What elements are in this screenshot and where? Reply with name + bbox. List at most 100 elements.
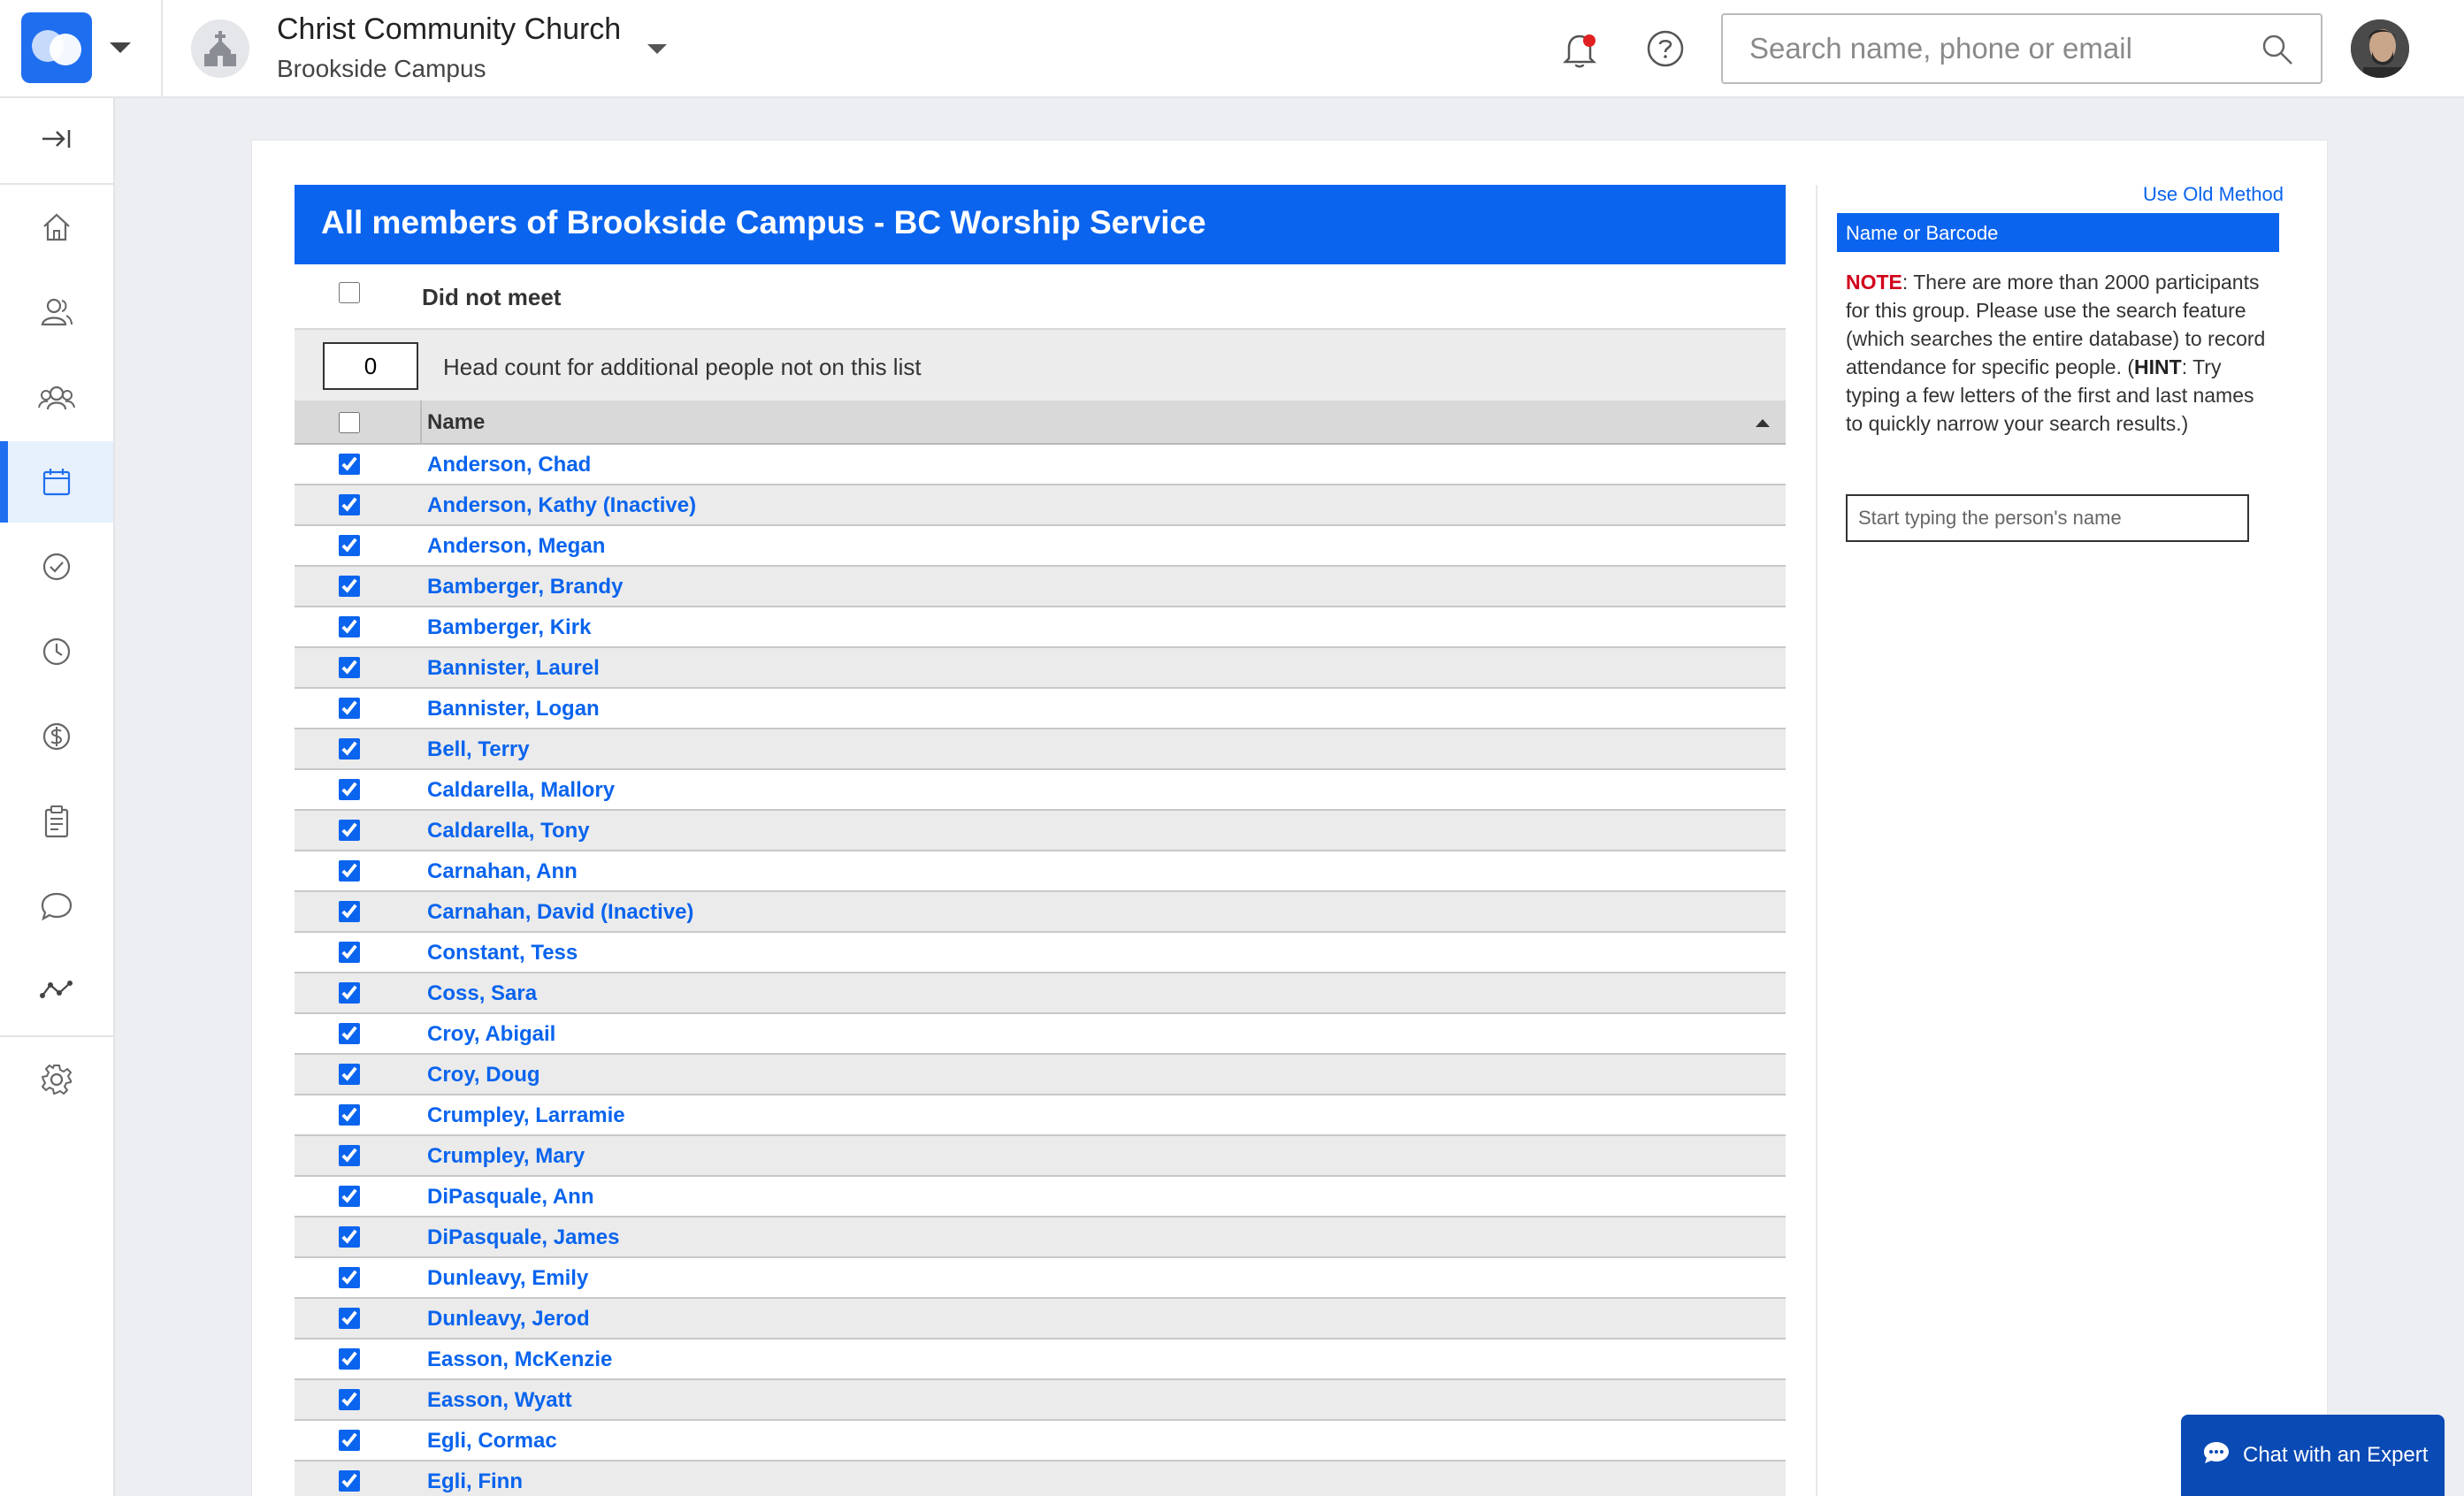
sidebar: [0, 98, 115, 1496]
member-checkbox[interactable]: [339, 738, 360, 759]
table-row: Coss, Sara: [295, 973, 1786, 1014]
member-name-link[interactable]: Anderson, Megan: [427, 534, 605, 559]
member-name-link[interactable]: DiPasquale, James: [427, 1225, 619, 1250]
table-row: Dunleavy, Emily: [295, 1258, 1786, 1299]
member-name-link[interactable]: Croy, Abigail: [427, 1022, 555, 1047]
member-checkbox[interactable]: [339, 576, 360, 597]
sort-ascending-icon[interactable]: [1756, 419, 1770, 427]
table-row: Anderson, Megan: [295, 526, 1786, 567]
campus-name[interactable]: Brookside Campus: [277, 55, 486, 83]
member-checkbox[interactable]: [339, 820, 360, 841]
member-checkbox[interactable]: [339, 616, 360, 637]
member-name-link[interactable]: Carnahan, Ann: [427, 859, 578, 884]
church-switcher-caret-icon[interactable]: [647, 44, 667, 54]
member-checkbox[interactable]: [339, 698, 360, 719]
member-checkbox[interactable]: [339, 1389, 360, 1410]
select-all-checkbox[interactable]: [339, 412, 360, 433]
user-avatar[interactable]: [2351, 19, 2409, 78]
member-name-link[interactable]: Bannister, Laurel: [427, 656, 600, 681]
member-checkbox[interactable]: [339, 1145, 360, 1166]
member-checkbox[interactable]: [339, 657, 360, 678]
member-name-link[interactable]: Carnahan, David (Inactive): [427, 900, 693, 925]
search-icon[interactable]: [2261, 33, 2294, 71]
member-name-link[interactable]: Dunleavy, Emily: [427, 1266, 588, 1291]
table-row: Crumpley, Larramie: [295, 1095, 1786, 1136]
use-old-method-link[interactable]: Use Old Method: [2143, 183, 2284, 206]
chat-icon[interactable]: [0, 866, 113, 947]
groups-icon[interactable]: [0, 356, 113, 438]
member-name-link[interactable]: Bell, Terry: [427, 737, 530, 762]
member-name-link[interactable]: DiPasquale, Ann: [427, 1185, 593, 1210]
app-logo[interactable]: [21, 12, 92, 83]
member-checkbox[interactable]: [339, 535, 360, 556]
check-circle-icon[interactable]: [0, 526, 113, 607]
member-checkbox[interactable]: [339, 454, 360, 475]
member-checkbox[interactable]: [339, 1104, 360, 1126]
chat-with-expert-button[interactable]: Chat with an Expert: [2181, 1415, 2445, 1496]
table-row: Bannister, Laurel: [295, 648, 1786, 689]
member-name-link[interactable]: Crumpley, Mary: [427, 1144, 585, 1169]
member-name-link[interactable]: Crumpley, Larramie: [427, 1103, 625, 1128]
member-checkbox[interactable]: [339, 982, 360, 1004]
help-icon[interactable]: [1645, 28, 1686, 73]
member-checkbox[interactable]: [339, 1186, 360, 1207]
member-name-link[interactable]: Bamberger, Brandy: [427, 575, 623, 599]
member-checkbox[interactable]: [339, 942, 360, 963]
clock-icon[interactable]: [0, 611, 113, 692]
notification-bell-icon[interactable]: [1558, 28, 1601, 75]
people-icon[interactable]: [0, 271, 113, 353]
member-name-link[interactable]: Egli, Finn: [427, 1469, 523, 1494]
member-name-link[interactable]: Anderson, Chad: [427, 453, 591, 477]
dollar-icon[interactable]: [0, 696, 113, 777]
member-checkbox[interactable]: [339, 860, 360, 882]
member-name-link[interactable]: Anderson, Kathy (Inactive): [427, 493, 696, 518]
member-name-link[interactable]: Bamberger, Kirk: [427, 615, 591, 640]
member-name-link[interactable]: Easson, McKenzie: [427, 1347, 612, 1372]
member-name-link[interactable]: Constant, Tess: [427, 941, 578, 966]
member-name-link[interactable]: Caldarella, Tony: [427, 819, 590, 843]
member-name-link[interactable]: Dunleavy, Jerod: [427, 1307, 590, 1332]
member-checkbox[interactable]: [339, 1226, 360, 1248]
table-row: Egli, Finn: [295, 1462, 1786, 1496]
name-column-header[interactable]: Name: [427, 410, 485, 435]
top-bar: Christ Community Church Brookside Campus: [0, 0, 2464, 98]
global-search-input[interactable]: [1749, 29, 2245, 68]
did-not-meet-checkbox[interactable]: [339, 282, 360, 303]
member-name-link[interactable]: Bannister, Logan: [427, 697, 600, 721]
church-name[interactable]: Christ Community Church: [277, 12, 621, 47]
table-row: Croy, Abigail: [295, 1014, 1786, 1055]
app-switcher-caret-icon[interactable]: [110, 42, 131, 53]
table-row: Crumpley, Mary: [295, 1136, 1786, 1177]
table-row: Easson, McKenzie: [295, 1340, 1786, 1380]
collapse-sidebar-icon[interactable]: [0, 98, 113, 179]
head-count-input[interactable]: [323, 342, 418, 390]
member-name-link[interactable]: Easson, Wyatt: [427, 1388, 572, 1413]
table-row: Caldarella, Tony: [295, 811, 1786, 851]
clipboard-icon[interactable]: [0, 781, 113, 862]
search-note: NOTE: There are more than 2000 participa…: [1846, 268, 2270, 438]
member-checkbox[interactable]: [339, 494, 360, 515]
member-checkbox[interactable]: [339, 1470, 360, 1492]
person-search-input[interactable]: [1846, 494, 2249, 542]
member-checkbox[interactable]: [339, 1064, 360, 1085]
did-not-meet-row: Did not meet: [295, 264, 1786, 330]
calendar-icon[interactable]: [0, 441, 113, 523]
table-row: DiPasquale, Ann: [295, 1177, 1786, 1217]
member-checkbox[interactable]: [339, 1023, 360, 1044]
member-checkbox[interactable]: [339, 1308, 360, 1329]
member-checkbox[interactable]: [339, 1267, 360, 1288]
member-name-link[interactable]: Caldarella, Mallory: [427, 778, 615, 803]
member-checkbox[interactable]: [339, 1348, 360, 1370]
analytics-icon[interactable]: [0, 949, 113, 1030]
member-checkbox[interactable]: [339, 1430, 360, 1451]
member-checkbox[interactable]: [339, 779, 360, 800]
member-name-link[interactable]: Croy, Doug: [427, 1063, 540, 1088]
member-name-link[interactable]: Egli, Cormac: [427, 1429, 557, 1454]
home-icon[interactable]: [0, 187, 113, 268]
member-name-link[interactable]: Coss, Sara: [427, 981, 537, 1006]
head-count-row: Head count for additional people not on …: [295, 330, 1786, 401]
gear-icon[interactable]: [0, 1039, 113, 1120]
table-row: Bamberger, Kirk: [295, 607, 1786, 648]
table-row: DiPasquale, James: [295, 1217, 1786, 1258]
member-checkbox[interactable]: [339, 901, 360, 922]
